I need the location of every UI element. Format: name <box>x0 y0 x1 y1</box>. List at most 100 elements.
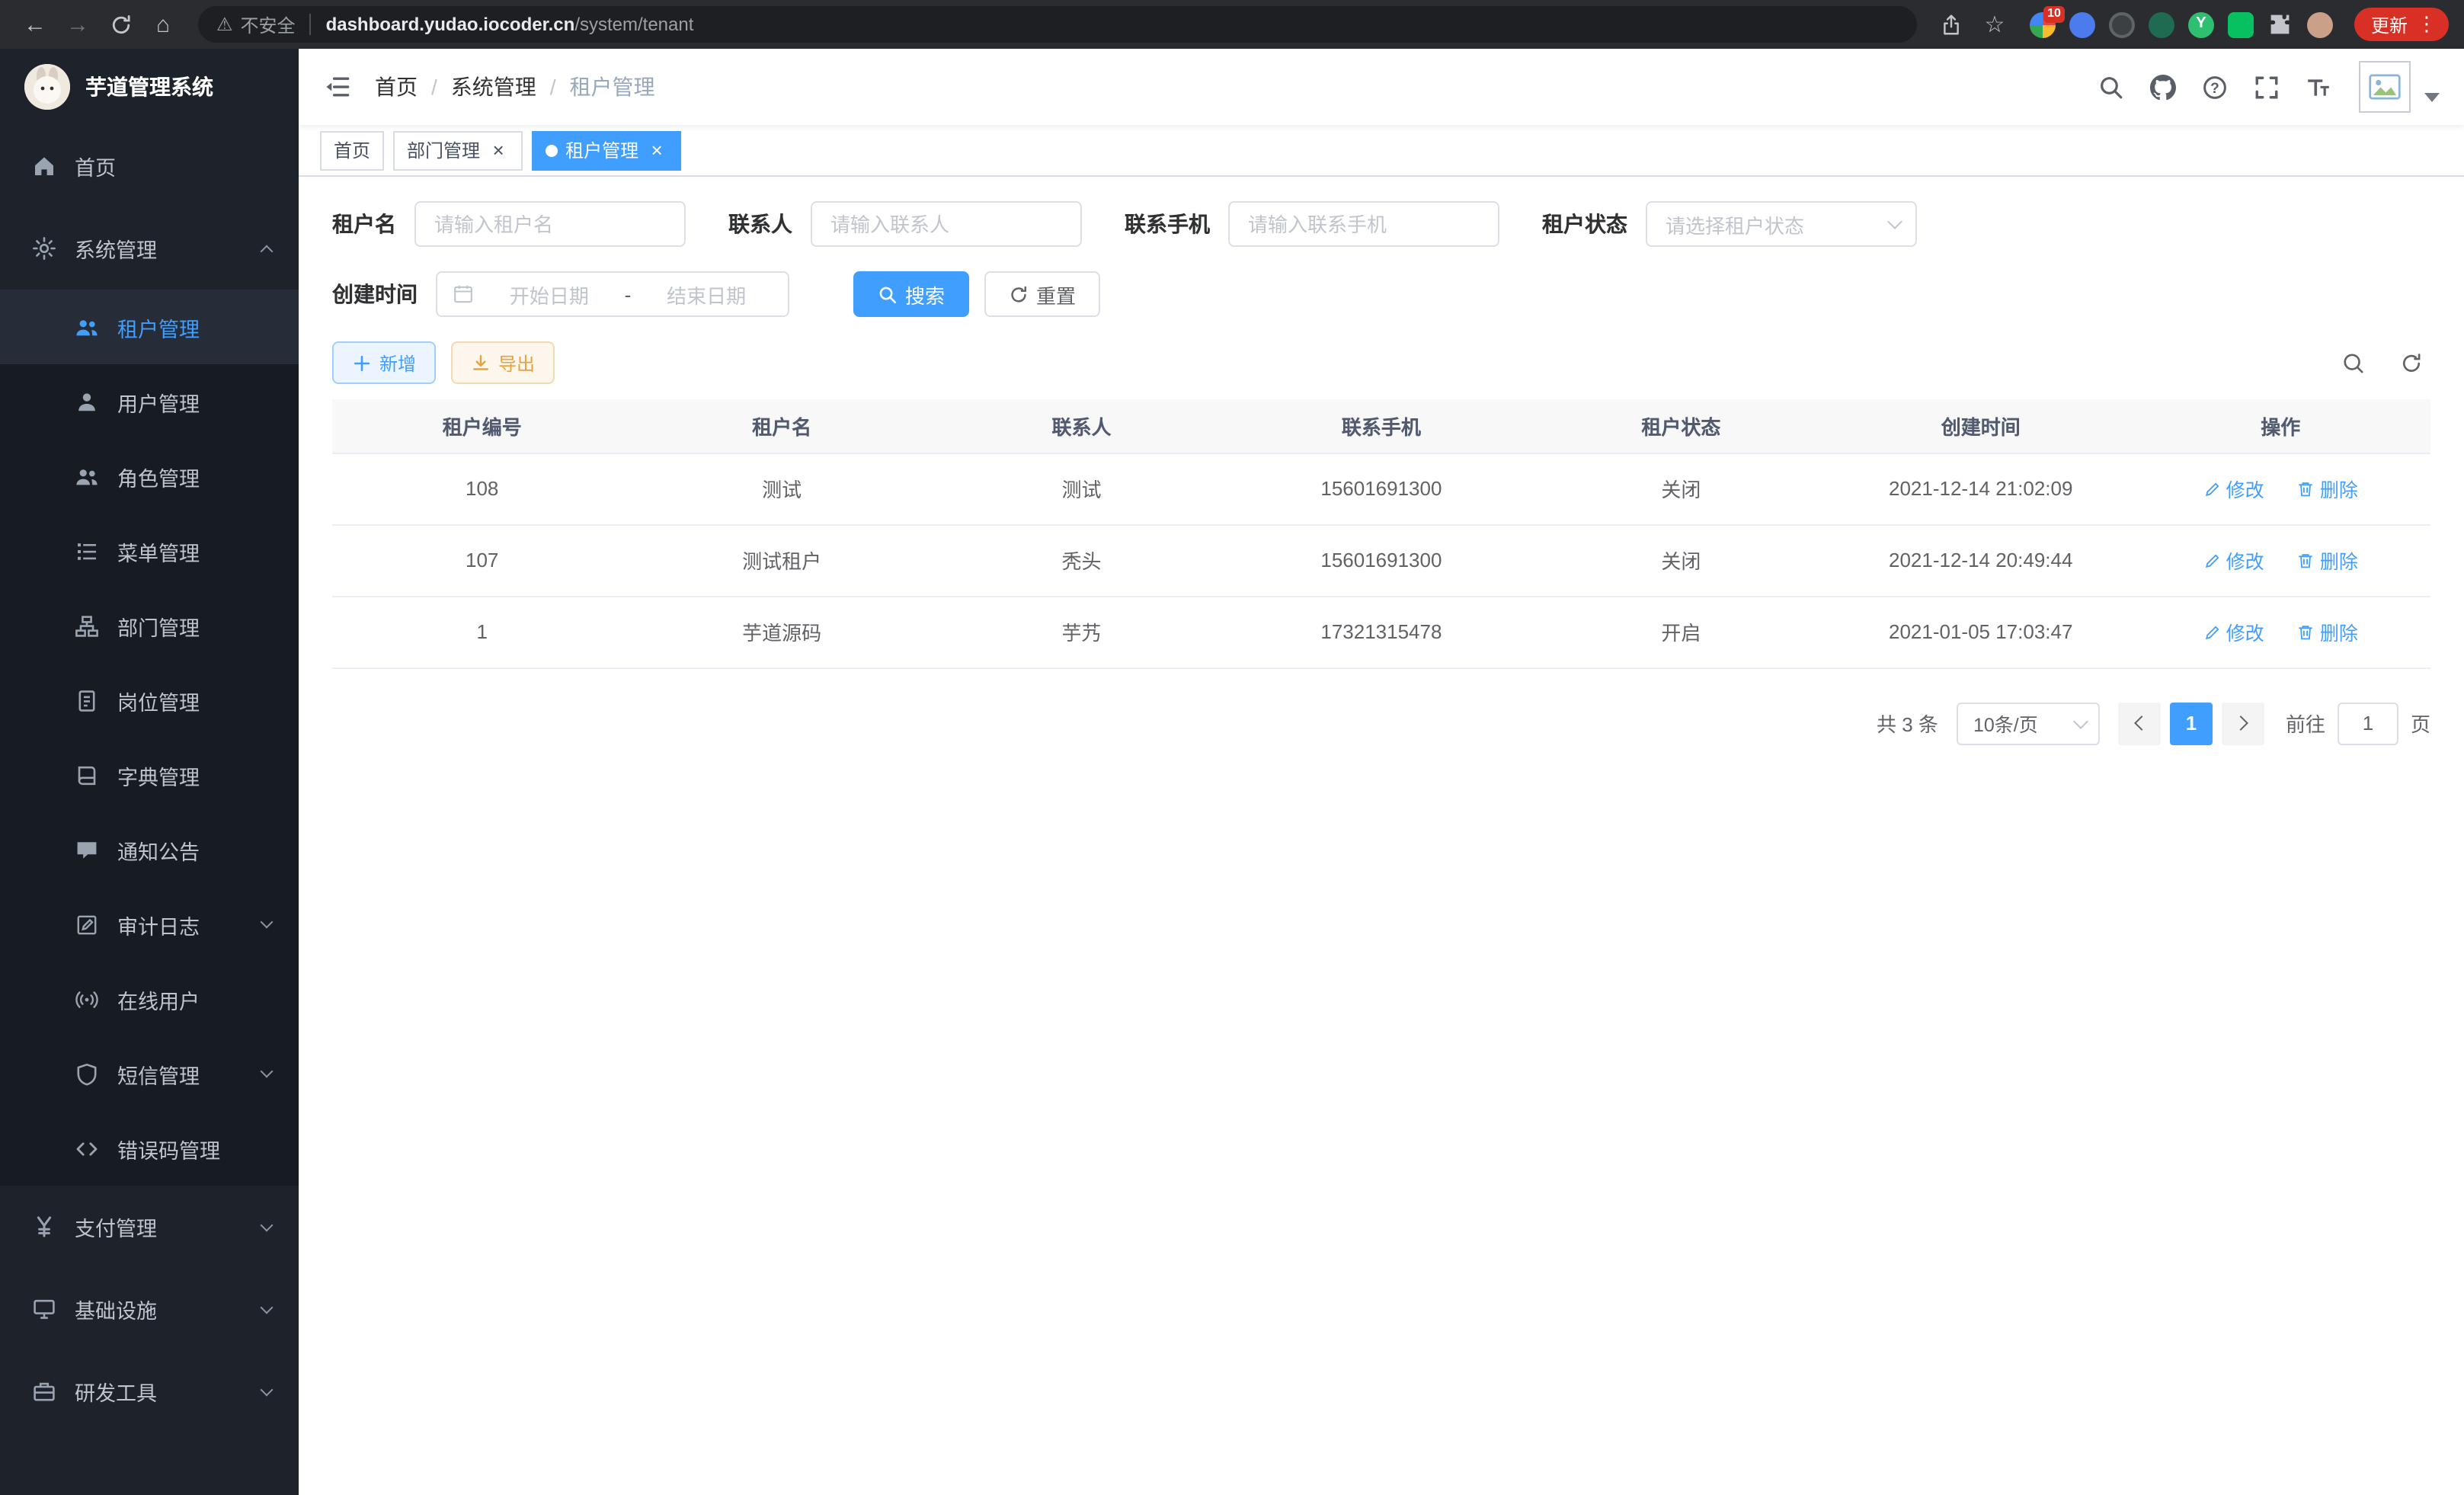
breadcrumb-home[interactable]: 首页 <box>375 72 418 102</box>
logo-avatar <box>24 64 70 110</box>
sidebar-item-error-code-management[interactable]: 错误码管理 <box>0 1111 299 1186</box>
sidebar-item-infrastructure[interactable]: 基础设施 <box>0 1268 299 1350</box>
breadcrumb-system[interactable]: 系统管理 <box>451 72 536 102</box>
help-icon[interactable]: ? <box>2191 64 2237 110</box>
edit-link[interactable]: 修改 <box>2203 546 2264 575</box>
extension-icon-darkgreen[interactable] <box>2149 11 2174 37</box>
sidebar-item-notice[interactable]: 通知公告 <box>0 812 299 887</box>
toggle-search-icon[interactable] <box>2333 343 2373 383</box>
sidebar-item-label: 角色管理 <box>117 461 200 491</box>
sidebar-toggle-icon[interactable] <box>299 49 375 125</box>
sidebar-item-online-users[interactable]: 在线用户 <box>0 962 299 1036</box>
tenant-name-input[interactable] <box>414 201 686 247</box>
contact-label: 联系人 <box>728 209 792 239</box>
avatar-caret-icon[interactable] <box>2424 93 2440 102</box>
share-icon[interactable] <box>1932 5 1972 44</box>
delete-link[interactable]: 删除 <box>2297 546 2358 575</box>
create-time-range-picker[interactable]: 开始日期 - 结束日期 <box>436 271 789 317</box>
delete-link[interactable]: 删除 <box>2297 617 2358 646</box>
tab-dept-management[interactable]: 部门管理 × <box>393 130 523 170</box>
font-size-icon[interactable] <box>2295 64 2341 110</box>
next-page-button[interactable] <box>2222 702 2264 744</box>
tenant-status-select[interactable]: 请选择租户状态 <box>1646 201 1917 247</box>
sidebar-item-role-management[interactable]: 角色管理 <box>0 439 299 514</box>
status-label: 租户状态 <box>1542 209 1627 239</box>
back-icon[interactable]: ← <box>15 5 55 44</box>
page-size-select[interactable]: 10条/页 <box>1957 702 2100 744</box>
fullscreen-icon[interactable] <box>2243 64 2289 110</box>
user-avatar[interactable] <box>2359 61 2411 113</box>
tab-tenant-management[interactable]: 租户管理 × <box>532 130 681 170</box>
browser-toolbar: ← → ⌂ ⚠ 不安全 dashboard.yudao.iocoder.cn/s… <box>0 0 2464 49</box>
cell-actions: 修改 删除 <box>2130 596 2430 667</box>
reset-button[interactable]: 重置 <box>984 271 1100 317</box>
extension-icon-colorful[interactable]: 10 <box>2030 11 2056 37</box>
search-button[interactable]: 搜索 <box>853 271 969 317</box>
filter-phone: 联系手机 <box>1125 201 1499 247</box>
edit-link[interactable]: 修改 <box>2203 474 2264 503</box>
sidebar-item-audit-log[interactable]: 审计日志 <box>0 887 299 962</box>
payment-yen-icon <box>30 1214 56 1240</box>
sidebar-item-payment-management[interactable]: 支付管理 <box>0 1186 299 1268</box>
browser-menu-icon[interactable]: ⋮ <box>2412 12 2441 37</box>
sidebar-item-system-management[interactable]: 系统管理 <box>0 207 299 290</box>
phone-input[interactable] <box>1228 201 1499 247</box>
edit-link[interactable]: 修改 <box>2203 617 2264 646</box>
tab-home[interactable]: 首页 <box>320 130 384 170</box>
extension-letter: Y <box>2196 17 2206 32</box>
sidebar-item-label: 系统管理 <box>75 233 157 264</box>
extension-icon-dark-ring[interactable] <box>2109 11 2135 37</box>
active-tab-dot <box>546 144 558 156</box>
browser-home-icon[interactable]: ⌂ <box>143 5 183 44</box>
cell-tenant-id: 1 <box>332 596 632 667</box>
extension-icon-green-square[interactable] <box>2228 11 2254 37</box>
contact-input[interactable] <box>811 201 1082 247</box>
add-button[interactable]: 新增 <box>332 341 436 384</box>
sidebar-item-post-management[interactable]: 岗位管理 <box>0 663 299 738</box>
app-logo[interactable]: 芋道管理系统 <box>0 49 299 125</box>
extension-icon-blue[interactable] <box>2069 11 2095 37</box>
bookmark-star-icon[interactable]: ☆ <box>1975 5 2014 44</box>
sidebar-item-home[interactable]: 首页 <box>0 125 299 207</box>
extension-icon-green-y[interactable]: Y <box>2188 11 2214 37</box>
chrome-update-button[interactable]: 更新 ⋮ <box>2354 8 2449 41</box>
column-header-phone: 联系手机 <box>1231 399 1531 453</box>
close-icon[interactable]: × <box>488 139 509 161</box>
navbar-actions: ? <box>2088 61 2443 113</box>
delete-link[interactable]: 删除 <box>2297 474 2358 503</box>
delete-link-label: 删除 <box>2320 474 2358 503</box>
filter-status: 租户状态 请选择租户状态 <box>1542 201 1917 247</box>
cell-tenant-name: 测试 <box>632 453 931 524</box>
sidebar-item-tenant-management[interactable]: 租户管理 <box>0 290 299 364</box>
sidebar-item-label: 审计日志 <box>117 909 200 940</box>
chevron-left-icon <box>2134 715 2149 731</box>
extensions-area: 10 Y <box>2030 11 2333 37</box>
chevron-down-icon <box>261 1301 274 1314</box>
sidebar-item-dict-management[interactable]: 字典管理 <box>0 738 299 812</box>
header-search-icon[interactable] <box>2088 64 2133 110</box>
address-bar[interactable]: ⚠ 不安全 dashboard.yudao.iocoder.cn/system/… <box>198 6 1917 43</box>
github-icon[interactable] <box>2139 64 2185 110</box>
date-end-placeholder: 结束日期 <box>640 280 773 309</box>
menu-list-icon <box>73 538 99 564</box>
create-time-label: 创建时间 <box>332 279 418 309</box>
omnibox-divider <box>309 14 311 35</box>
profile-avatar-icon[interactable] <box>2307 11 2333 37</box>
cell-created: 2021-01-05 17:03:47 <box>1831 596 2130 667</box>
reload-icon[interactable] <box>101 5 140 44</box>
chevron-down-icon <box>1887 214 1902 229</box>
forward-icon[interactable]: → <box>58 5 98 44</box>
export-button[interactable]: 导出 <box>451 341 555 384</box>
goto-page-input[interactable] <box>2338 702 2398 744</box>
prev-page-button[interactable] <box>2118 702 2161 744</box>
sidebar-item-dev-tools[interactable]: 研发工具 <box>0 1350 299 1433</box>
refresh-table-icon[interactable] <box>2391 343 2430 383</box>
sidebar-item-dept-management[interactable]: 部门管理 <box>0 588 299 663</box>
role-users-icon <box>73 463 99 489</box>
sidebar-item-menu-management[interactable]: 菜单管理 <box>0 514 299 588</box>
sidebar-item-sms-management[interactable]: 短信管理 <box>0 1036 299 1111</box>
page-1-button[interactable]: 1 <box>2170 702 2213 744</box>
sidebar-item-user-management[interactable]: 用户管理 <box>0 364 299 439</box>
extensions-puzzle-icon[interactable] <box>2267 11 2293 37</box>
close-icon[interactable]: × <box>646 139 667 161</box>
